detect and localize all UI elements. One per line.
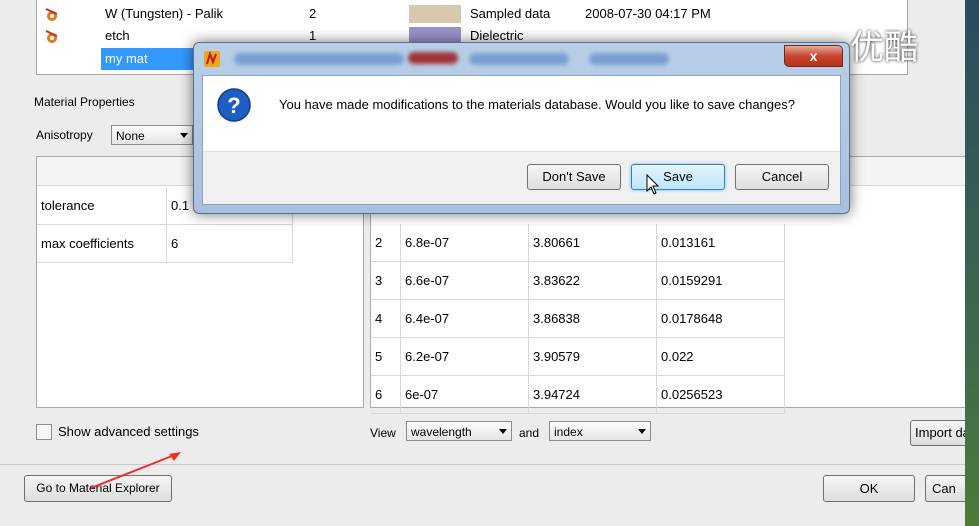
blurred-title <box>469 53 569 65</box>
anisotropy-select[interactable]: None <box>111 125 193 145</box>
table-row[interactable]: 6 6e-07 3.94724 0.0256523 <box>371 376 785 414</box>
material-color-swatch <box>409 5 461 23</box>
k-cell[interactable]: 0.013161 <box>657 224 785 262</box>
row-index: 5 <box>371 338 401 376</box>
table-row[interactable]: 2 6.8e-07 3.80661 0.013161 <box>371 224 785 262</box>
row-index: 2 <box>371 224 401 262</box>
material-name: my mat <box>101 48 195 70</box>
background-edge <box>965 0 979 526</box>
wavelength-cell[interactable]: 6.4e-07 <box>401 300 529 338</box>
and-label: and <box>519 426 540 440</box>
view-y-select[interactable]: index <box>549 421 651 441</box>
wavelength-cell[interactable]: 6.8e-07 <box>401 224 529 262</box>
dialog-body: ? You have made modifications to the mat… <box>202 75 841 205</box>
blurred-title <box>408 52 458 64</box>
close-icon: x <box>809 48 818 64</box>
save-changes-dialog: x ? You have made modifications to the m… <box>193 42 850 214</box>
anisotropy-label: Anisotropy <box>36 128 93 142</box>
k-cell[interactable]: 0.0256523 <box>657 376 785 414</box>
annotation-arrow-icon <box>90 452 181 489</box>
k-cell[interactable]: 0.0178648 <box>657 300 785 338</box>
show-advanced-checkbox[interactable] <box>36 424 52 440</box>
view-label: View <box>370 426 396 440</box>
mouse-cursor-icon <box>646 174 660 195</box>
wavelength-cell[interactable]: 6e-07 <box>401 376 529 414</box>
k-cell[interactable]: 0.0159291 <box>657 262 785 300</box>
index-cell[interactable]: 3.80661 <box>529 224 657 262</box>
table-row[interactable]: 4 6.4e-07 3.86838 0.0178648 <box>371 300 785 338</box>
index-cell[interactable]: 3.83622 <box>529 262 657 300</box>
index-cell[interactable]: 3.90579 <box>529 338 657 376</box>
material-date: 2008-07-30 04:17 PM <box>585 6 711 21</box>
ok-button[interactable]: OK <box>823 475 915 502</box>
table-row[interactable]: 3 6.6e-07 3.83622 0.0159291 <box>371 262 785 300</box>
row-index: 4 <box>371 300 401 338</box>
question-icon: ? <box>217 88 251 122</box>
chevron-down-icon <box>180 133 188 138</box>
material-name: etch <box>105 28 130 43</box>
wavelength-cell[interactable]: 6.6e-07 <box>401 262 529 300</box>
row-index: 3 <box>371 262 401 300</box>
list-item[interactable]: W (Tungsten) - Palik 2 Sampled data 2008… <box>37 3 907 25</box>
dialog-message: You have made modifications to the mater… <box>279 97 795 112</box>
blurred-title <box>589 53 669 65</box>
dont-save-button[interactable]: Don't Save <box>527 164 621 190</box>
wavelength-cell[interactable]: 6.2e-07 <box>401 338 529 376</box>
close-button[interactable]: x <box>784 45 843 67</box>
material-name: W (Tungsten) - Palik <box>105 6 223 21</box>
section-title: Material Properties <box>34 95 135 109</box>
property-label: max coefficients <box>37 225 167 263</box>
material-type: Sampled data <box>470 6 551 21</box>
k-cell[interactable]: 0.022 <box>657 338 785 376</box>
blurred-title <box>234 53 404 65</box>
index-cell[interactable]: 3.86838 <box>529 300 657 338</box>
chevron-down-icon <box>638 429 646 434</box>
chevron-down-icon <box>499 429 507 434</box>
app-icon <box>204 50 220 67</box>
dialog-footer: Don't Save Save Cancel <box>203 151 840 204</box>
index-cell[interactable]: 3.94724 <box>529 376 657 414</box>
svg-text:?: ? <box>227 93 240 118</box>
table-row[interactable]: 5 6.2e-07 3.90579 0.022 <box>371 338 785 376</box>
property-label: tolerance <box>37 187 167 225</box>
material-count: 2 <box>309 6 317 21</box>
show-advanced-label: Show advanced settings <box>58 424 199 439</box>
watermark: 优酷 <box>850 28 918 68</box>
max-coefficients-field[interactable]: 6 <box>167 225 293 263</box>
view-x-select[interactable]: wavelength <box>406 421 512 441</box>
cancel-dialog-button[interactable]: Cancel <box>735 164 829 190</box>
row-index: 6 <box>371 376 401 414</box>
